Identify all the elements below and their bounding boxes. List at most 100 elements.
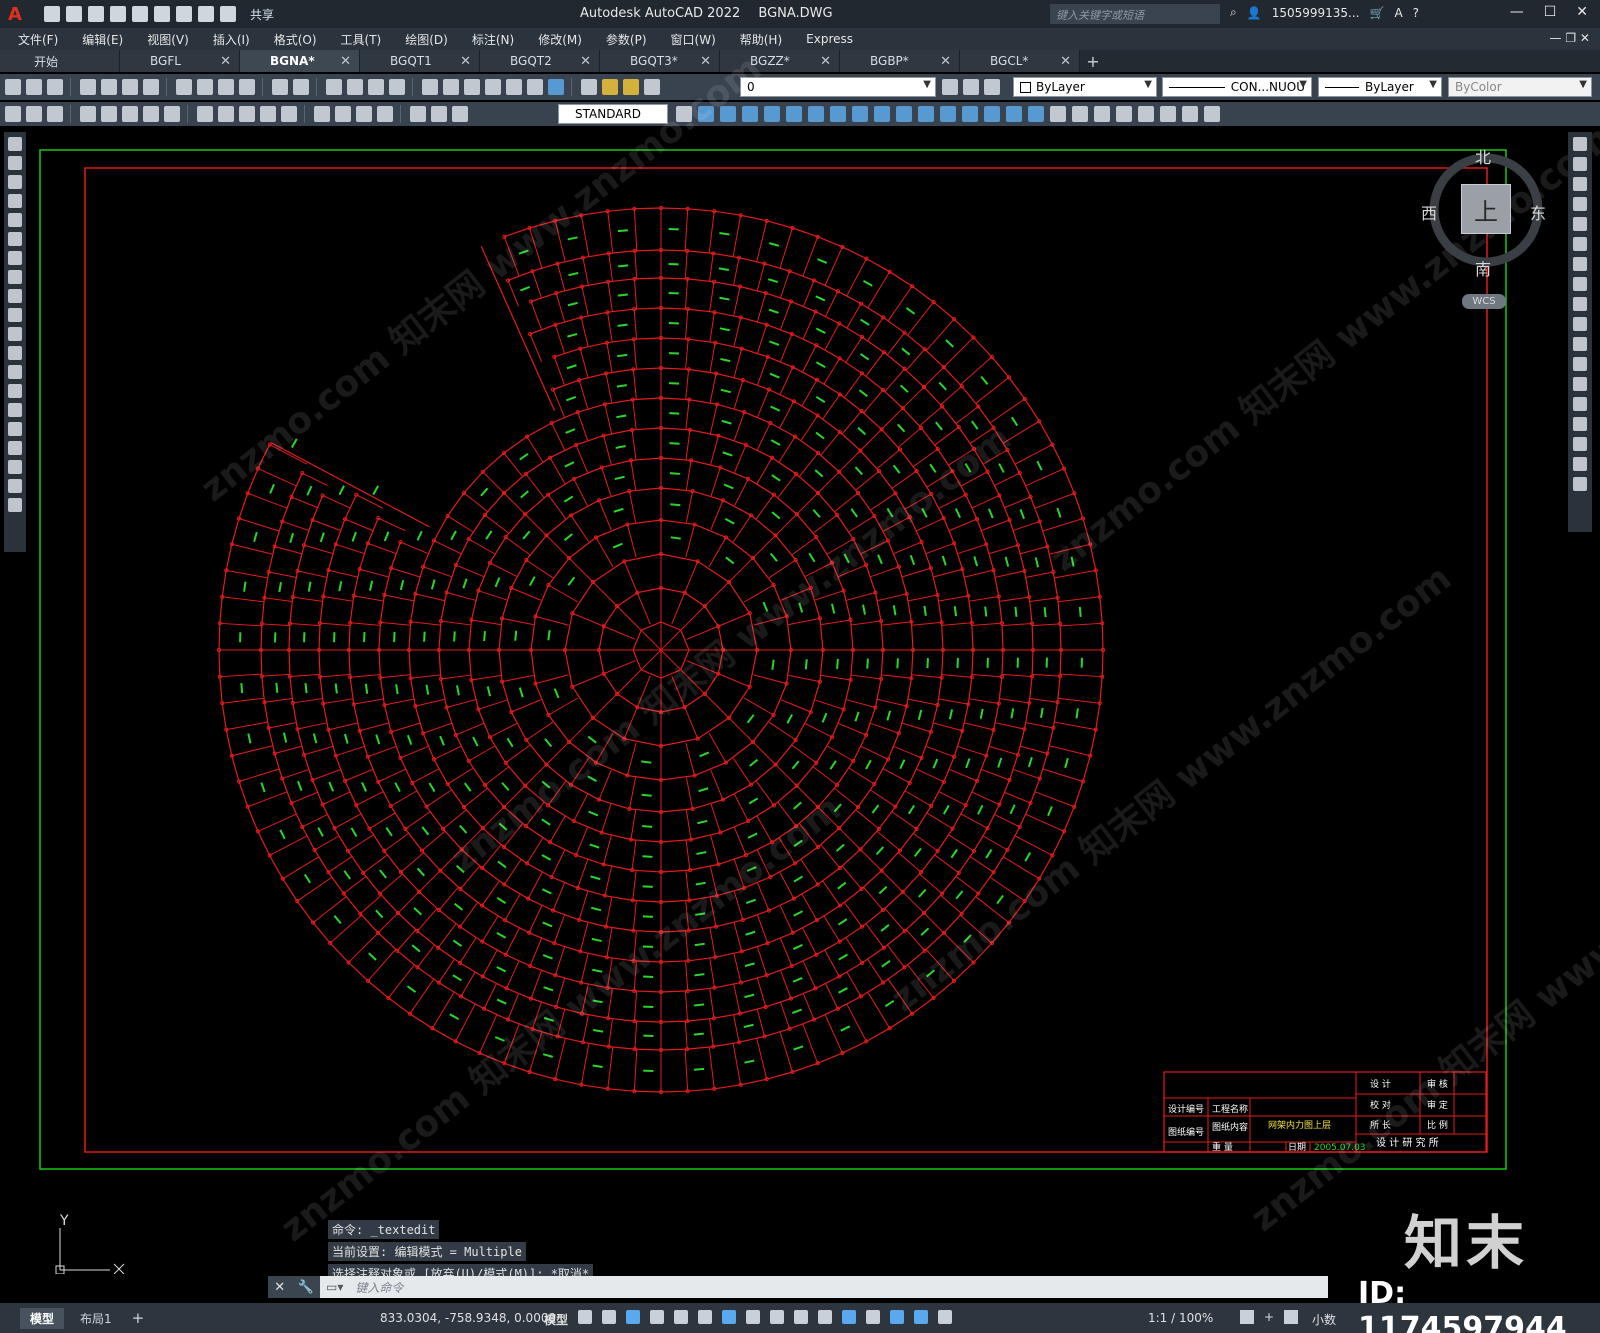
dim-ordinate-icon[interactable] [80,106,96,122]
mtext-icon[interactable] [8,479,22,493]
lineweight-icon[interactable] [746,1310,760,1324]
layer-previous-icon[interactable] [984,79,1000,95]
copy-icon[interactable] [197,79,213,95]
circle-icon[interactable] [8,251,22,265]
file-tab[interactable]: BGBP* ✕ [840,50,960,72]
layer-properties-icon[interactable] [581,79,597,95]
lineweight-dropdown[interactable]: ByLayer ▼ [1318,77,1442,97]
offset-icon[interactable] [1573,197,1587,211]
undo-icon[interactable] [198,6,214,22]
plot-preview-icon[interactable] [101,79,117,95]
move-icon[interactable] [808,106,824,122]
polygon-icon[interactable] [8,194,22,208]
menu-item[interactable]: 参数(P) [606,31,647,48]
dim-arc-icon[interactable] [47,106,63,122]
rotate-icon[interactable] [830,106,846,122]
menu-item[interactable]: 视图(V) [147,31,189,48]
wrench-icon[interactable]: 🔧 [298,1280,314,1295]
offset-icon[interactable] [764,106,780,122]
selection-filter-icon[interactable] [866,1310,880,1324]
ungroup-icon[interactable] [1094,106,1110,122]
group-icon[interactable] [1072,106,1088,122]
inspection-icon[interactable] [356,106,372,122]
scale-icon[interactable] [1573,277,1587,291]
ellipse-icon[interactable] [8,308,22,322]
break-icon[interactable] [940,106,956,122]
search-input[interactable]: 键入关键字或短语 [1050,4,1220,24]
new-tab-icon[interactable]: + [1080,50,1106,72]
layer-lock-icon[interactable] [644,79,660,95]
tool-palettes-icon[interactable] [464,79,480,95]
dim-break-icon[interactable] [281,106,297,122]
point-icon[interactable] [8,384,22,398]
quick-dim-icon[interactable] [197,106,213,122]
add-layout-icon[interactable]: + [132,1309,145,1327]
layer-freeze-icon[interactable] [623,79,639,95]
dim-text-edit-icon[interactable] [431,106,447,122]
trim-icon[interactable] [1573,317,1587,331]
menu-item[interactable]: 窗口(W) [671,31,716,48]
tolerance-icon[interactable] [314,106,330,122]
break-icon[interactable] [1573,377,1587,391]
match-properties-icon[interactable] [239,79,255,95]
make-current-icon[interactable] [942,79,958,95]
share-button[interactable]: 共享 [250,6,274,23]
autocad-logo-icon[interactable]: A [0,0,30,28]
snap-icon[interactable] [602,1310,616,1324]
user-name[interactable]: 1505999135... [1272,6,1360,20]
autodesk-icon[interactable]: A [1394,6,1402,20]
layer-states-icon[interactable] [963,79,979,95]
help-icon[interactable]: ? [1413,6,1419,20]
layout-tab[interactable]: 模型 [20,1307,65,1329]
xline-icon[interactable] [8,156,22,170]
extend-icon[interactable] [1573,337,1587,351]
open-icon[interactable] [26,79,42,95]
pan-icon[interactable] [326,79,342,95]
gear-icon[interactable] [1240,1310,1254,1324]
dim-baseline-icon[interactable] [218,106,234,122]
array-icon[interactable] [786,106,802,122]
gradient-icon[interactable] [8,422,22,436]
jogged-linear-icon[interactable] [377,106,393,122]
menu-item[interactable]: 格式(O) [274,31,317,48]
polar-icon[interactable] [650,1310,664,1324]
annotation-scale[interactable]: 1:1 / 100% [1148,1311,1213,1325]
3d-print-icon[interactable] [143,79,159,95]
file-tab[interactable]: BGQT2 ✕ [480,50,600,72]
close-tab-icon[interactable]: ✕ [1060,54,1071,69]
save-as-icon[interactable] [110,6,126,22]
dim-edit-icon[interactable] [410,106,426,122]
zoom-previous-icon[interactable] [389,79,405,95]
color-dropdown[interactable]: ByLayer ▼ [1013,77,1157,97]
sheet-set-icon[interactable] [485,79,501,95]
menu-item[interactable]: 插入(I) [213,31,250,48]
image-icon[interactable] [1204,106,1220,122]
command-input[interactable]: 键入命令 [343,1279,403,1296]
viewcube-north[interactable]: 北 [1475,144,1491,168]
close-icon[interactable]: ✕ [274,1280,285,1295]
menu-item[interactable]: 标注(N) [472,31,514,48]
chamfer-icon[interactable] [1573,417,1587,431]
osnap-icon[interactable] [722,1310,736,1324]
close-tab-icon[interactable]: ✕ [460,54,471,69]
selection-cycling-icon[interactable] [794,1310,808,1324]
dim-angular-icon[interactable] [164,106,180,122]
join-icon[interactable] [1573,397,1587,411]
model-space-toggle[interactable]: 模型 [544,1311,568,1328]
block-icon[interactable] [1116,106,1132,122]
viewcube-south[interactable]: 南 [1475,256,1491,280]
scale-icon[interactable] [852,106,868,122]
help-icon[interactable] [548,79,564,95]
dim-linear-icon[interactable] [5,106,21,122]
dynamic-ucs-icon[interactable] [842,1310,856,1324]
table-icon[interactable] [8,460,22,474]
menu-item[interactable]: 修改(M) [538,31,582,48]
plus-icon[interactable]: + [1264,1310,1274,1324]
menu-item[interactable]: 工具(T) [341,31,382,48]
grid-icon[interactable] [578,1310,592,1324]
save-to-web-icon[interactable] [154,6,170,22]
osnap-tracking-icon[interactable] [698,1310,712,1324]
explode-icon[interactable] [1573,477,1587,491]
file-tab[interactable]: BGNA* ✕ [240,50,360,72]
wcs-menu[interactable]: WCS [1462,294,1506,309]
